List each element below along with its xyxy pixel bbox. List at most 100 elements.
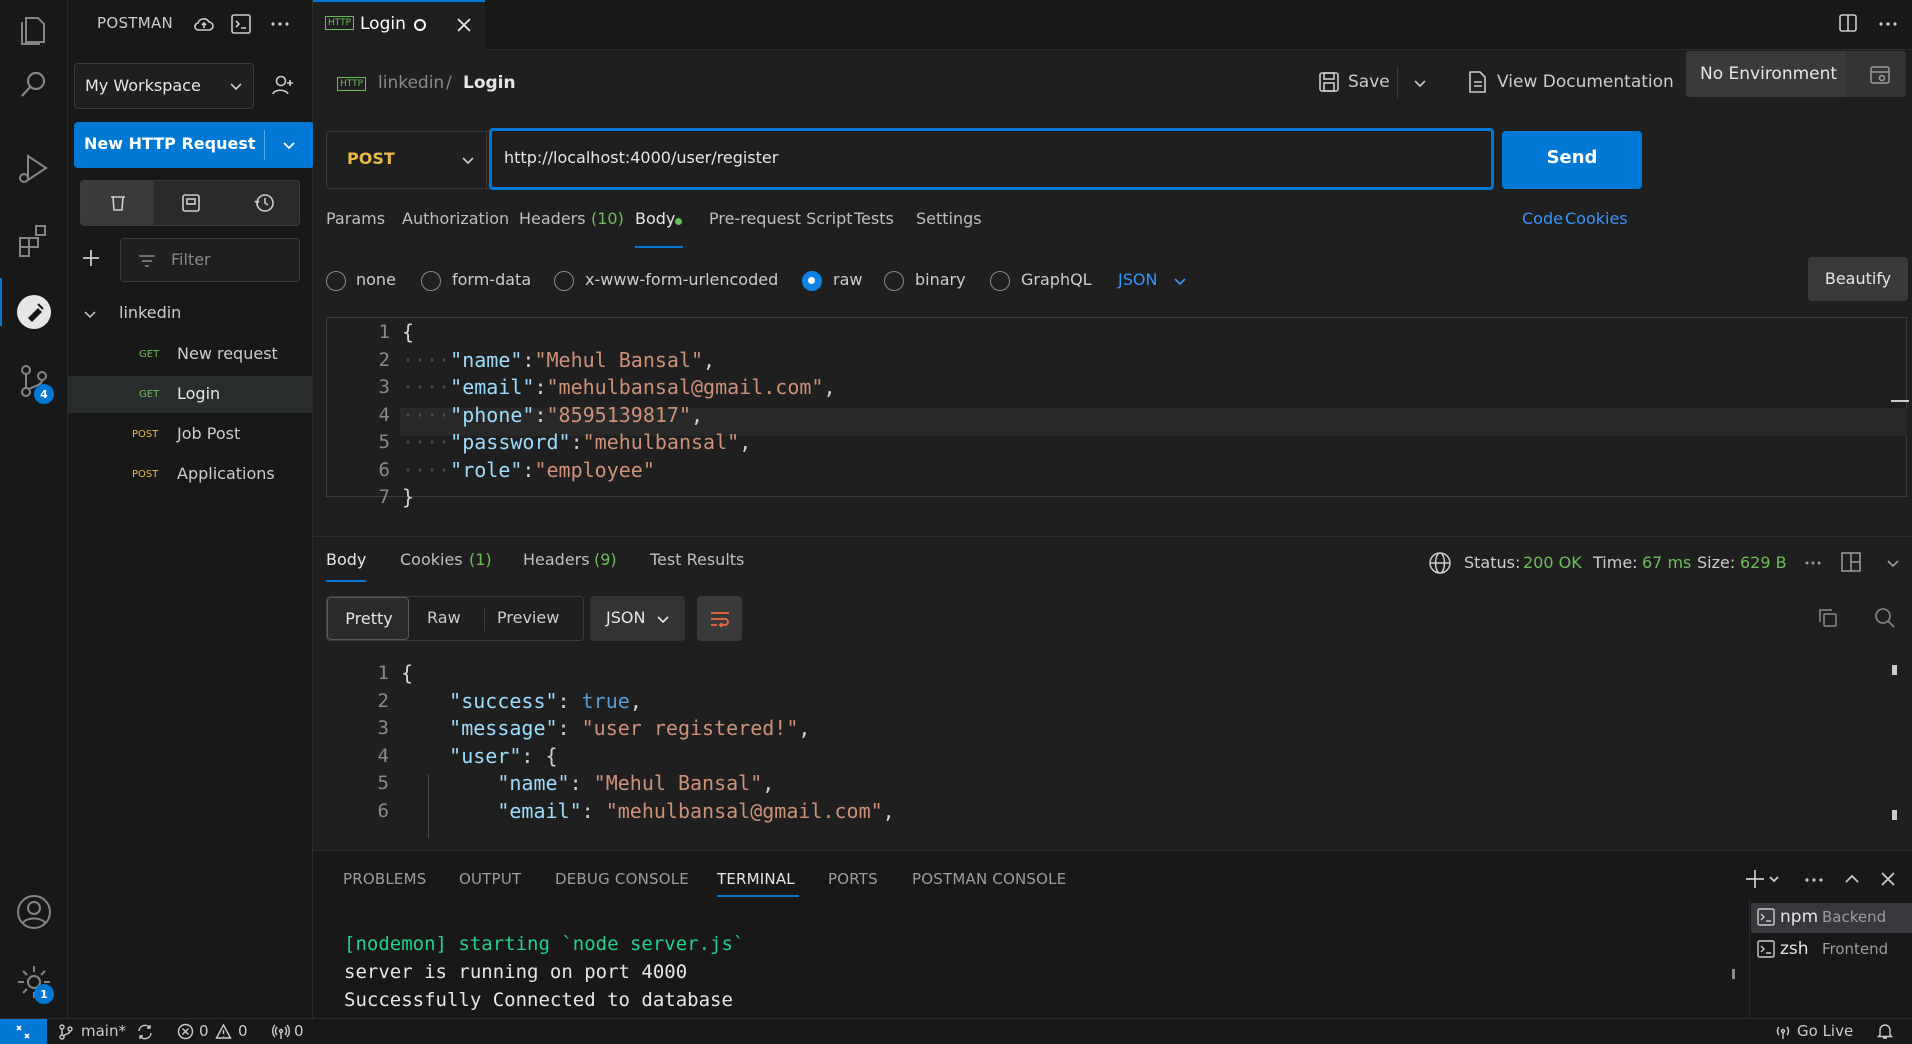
radio-binary[interactable]: [884, 271, 904, 291]
status-value[interactable]: 200 OK: [1523, 553, 1582, 572]
environment-select[interactable]: No Environment: [1686, 51, 1906, 97]
radio-none[interactable]: [326, 271, 346, 291]
save-button[interactable]: Save: [1348, 72, 1390, 92]
url-input[interactable]: http://localhost:4000/user/register: [489, 128, 1494, 190]
extensions-icon[interactable]: [14, 220, 54, 260]
radio-urlencoded[interactable]: [554, 271, 574, 291]
request-item[interactable]: POST Job Post: [68, 417, 312, 453]
more-options-icon[interactable]: [1802, 552, 1824, 574]
new-terminal-icon[interactable]: [1744, 867, 1784, 891]
search-icon[interactable]: [1873, 606, 1897, 630]
workspace-select[interactable]: My Workspace: [74, 63, 254, 109]
send-button[interactable]: Send: [1502, 131, 1642, 189]
code-link[interactable]: Code: [1522, 209, 1563, 228]
environments-icon[interactable]: [180, 192, 202, 214]
terminal-instance-backend[interactable]: npm Backend: [1751, 903, 1912, 933]
tab-body[interactable]: Body: [635, 209, 675, 228]
save-icon[interactable]: [1317, 70, 1341, 94]
radio-form-data[interactable]: [421, 271, 441, 291]
run-debug-icon[interactable]: [14, 148, 54, 188]
panel-tab-problems[interactable]: PROBLEMS: [343, 870, 426, 888]
branch-name[interactable]: main*: [81, 1022, 126, 1040]
cloud-sync-icon[interactable]: [192, 12, 216, 36]
size-value[interactable]: 629 B: [1740, 553, 1787, 572]
sync-icon[interactable]: [136, 1023, 154, 1041]
cookies-link[interactable]: Cookies: [1565, 209, 1628, 228]
tab-pre-request-script[interactable]: Pre-request Script: [709, 209, 853, 228]
tab-params[interactable]: Params: [326, 209, 385, 228]
history-icon[interactable]: [253, 192, 275, 214]
request-body-editor[interactable]: 1 2 3 4 5 6 7 { ····"name":"Mehul Bansal…: [326, 317, 1909, 509]
raw-format-select[interactable]: JSON: [1118, 270, 1157, 289]
panel-tab-postman-console[interactable]: POSTMAN CONSOLE: [912, 870, 1066, 888]
view-mode-preview[interactable]: Preview: [497, 608, 559, 627]
add-collection-icon[interactable]: [80, 247, 102, 269]
scrollbar-thumb[interactable]: [1892, 810, 1897, 820]
postman-icon[interactable]: [14, 292, 54, 332]
remote-indicator[interactable]: [0, 1019, 47, 1044]
maximize-panel-icon[interactable]: [1842, 869, 1862, 889]
panel-tab-ports[interactable]: PORTS: [828, 870, 878, 888]
time-value[interactable]: 67 ms: [1642, 553, 1691, 572]
view-mode-raw[interactable]: Raw: [427, 608, 461, 627]
account-icon[interactable]: [14, 892, 54, 932]
radio-graphql[interactable]: [990, 271, 1010, 291]
scrollbar-thumb[interactable]: [1892, 665, 1897, 675]
view-mode-pretty[interactable]: Pretty: [327, 597, 409, 640]
response-tab-body[interactable]: Body: [326, 550, 366, 569]
terminal-icon[interactable]: [229, 12, 253, 36]
response-format-select[interactable]: JSON: [590, 596, 685, 641]
ports-broadcast-icon[interactable]: [272, 1023, 290, 1041]
panel-tab-output[interactable]: OUTPUT: [459, 870, 521, 888]
response-tab-headers[interactable]: Headers: [523, 550, 590, 569]
copy-icon[interactable]: [1816, 606, 1840, 630]
terminal-instance-frontend[interactable]: zsh Frontend: [1751, 935, 1912, 965]
method-select[interactable]: POST: [327, 132, 487, 188]
warning-icon[interactable]: [215, 1023, 232, 1040]
panel-tab-debug-console[interactable]: DEBUG CONSOLE: [555, 870, 689, 888]
beautify-button[interactable]: Beautify: [1808, 257, 1908, 301]
collections-icon[interactable]: [107, 192, 129, 214]
tab-authorization[interactable]: Authorization: [402, 209, 509, 228]
collapse-chevron-icon[interactable]: [82, 306, 98, 322]
go-live-button[interactable]: Go Live: [1797, 1022, 1853, 1040]
search-icon[interactable]: [14, 64, 54, 104]
add-user-icon[interactable]: [270, 72, 296, 98]
close-icon[interactable]: [455, 16, 473, 34]
active-panel-underline: [717, 895, 799, 897]
request-item[interactable]: POST Applications: [68, 457, 312, 493]
radio-raw[interactable]: [802, 271, 822, 291]
wrap-lines-button[interactable]: [697, 596, 742, 641]
response-tab-cookies[interactable]: Cookies: [400, 550, 463, 569]
tab-login[interactable]: HTTP Login: [313, 0, 485, 50]
document-icon[interactable]: [1466, 70, 1488, 94]
close-panel-icon[interactable]: [1878, 869, 1898, 889]
tab-settings[interactable]: Settings: [916, 209, 982, 228]
chevron-down-icon[interactable]: [1171, 272, 1189, 290]
collapse-response-icon[interactable]: [1884, 554, 1902, 572]
collection-linkedin[interactable]: linkedin: [119, 303, 181, 322]
notifications-bell-icon[interactable]: [1876, 1022, 1894, 1040]
terminal-line: [nodemon] starting `node server.js`: [344, 933, 745, 955]
layout-toggle-icon[interactable]: [1839, 550, 1863, 574]
error-icon[interactable]: [177, 1023, 194, 1040]
explorer-icon[interactable]: [14, 10, 54, 50]
breadcrumb-collection[interactable]: linkedin: [378, 73, 444, 93]
response-tab-test-results[interactable]: Test Results: [650, 550, 744, 569]
chevron-down-icon[interactable]: [1411, 74, 1429, 92]
new-http-request-button[interactable]: New HTTP Request: [74, 122, 314, 168]
filter-input[interactable]: Filter: [120, 238, 300, 282]
more-actions-icon[interactable]: [1876, 12, 1900, 36]
response-body-viewer[interactable]: 1 2 3 4 5 6 { "success": true, "message"…: [326, 660, 1907, 838]
more-actions-icon[interactable]: [268, 12, 292, 36]
view-documentation-button[interactable]: View Documentation: [1497, 72, 1674, 92]
request-item-selected[interactable]: GET Login: [68, 376, 312, 413]
panel-tab-terminal[interactable]: TERMINAL: [717, 870, 795, 888]
more-actions-icon[interactable]: [1803, 869, 1825, 891]
environment-quick-look-icon[interactable]: [1868, 63, 1892, 87]
request-item[interactable]: GET New request: [68, 337, 312, 373]
chevron-down-icon[interactable]: [280, 136, 298, 154]
tab-headers[interactable]: Headers: [519, 209, 586, 228]
tab-tests[interactable]: Tests: [854, 209, 894, 228]
split-editor-icon[interactable]: [1837, 12, 1859, 34]
